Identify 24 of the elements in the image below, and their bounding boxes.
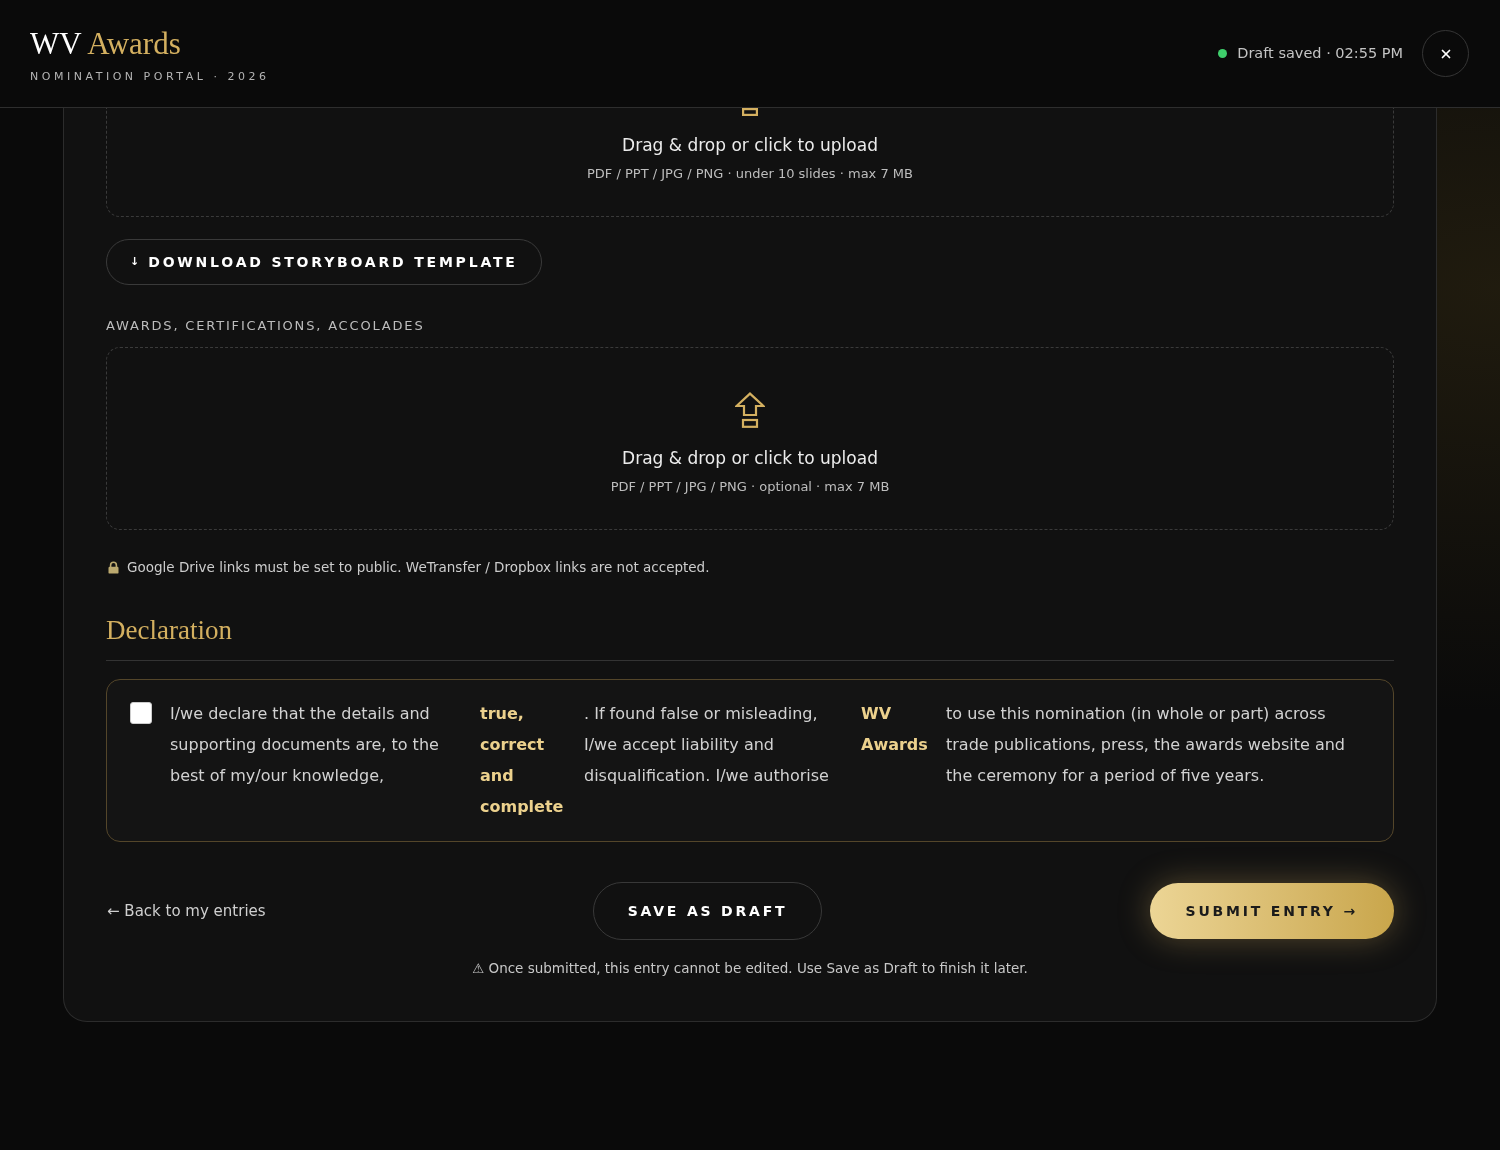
declaration-text: to use this nomination (in whole or part) across trade publications, press, the awards website and the ceremony for a period of five years. xyxy=(946,703,1346,787)
upload-file-hint: PDF / PPT / JPG / PNG · under 10 slides · max 7 MB xyxy=(587,165,913,183)
links-note: Google Drive links must be set to public. WeTransfer / Dropbox links are not accepted. xyxy=(127,558,710,577)
field-label: AWARDS, CERTIFICATIONS, ACCOLADES xyxy=(106,318,425,334)
upload-dropzone[interactable]: Drag & drop or click to upload PDF / PPT / JPG / PNG · under 10 slides · max 7 MB xyxy=(106,108,1394,217)
declaration-emphasis: true, correct and complete xyxy=(480,703,565,818)
submit-warning: ⚠ Once submitted, this entry cannot be edited. Use Save as Draft to finish it later. xyxy=(471,959,1029,978)
submit-entry-button[interactable]: SUBMIT ENTRY → xyxy=(1149,883,1394,939)
upload-icon xyxy=(735,392,765,428)
declaration-text: I/we declare that the details and supporting documents are, to the best of my/our knowledge, xyxy=(170,703,440,787)
upload-file-hint: PDF / PPT / JPG / PNG · optional · max 7 MB xyxy=(610,478,890,496)
upload-instruction: Drag & drop or click to upload xyxy=(622,134,878,157)
upload-dropzone[interactable]: Drag & drop or click to upload PDF / PPT / JPG / PNG · optional · max 7 MB xyxy=(106,347,1394,530)
section-heading: Declaration xyxy=(106,614,232,646)
checkbox[interactable] xyxy=(130,702,152,724)
back-link[interactable]: ← Back to my entries xyxy=(106,899,266,923)
save-status: Draft saved · 02:55 PM xyxy=(1237,43,1403,63)
upload-instruction: Drag & drop or click to upload xyxy=(622,447,878,470)
upload-icon xyxy=(742,108,758,116)
logo: WV Awards xyxy=(30,26,181,62)
declaration-emphasis: WV Awards xyxy=(861,703,928,756)
portal-tagline: NOMINATION PORTAL · 2026 xyxy=(30,70,270,84)
lock-icon xyxy=(108,560,119,574)
declaration-text: . If found false or misleading, I/we accept liability and disqualification. I/we authorise xyxy=(584,703,830,787)
